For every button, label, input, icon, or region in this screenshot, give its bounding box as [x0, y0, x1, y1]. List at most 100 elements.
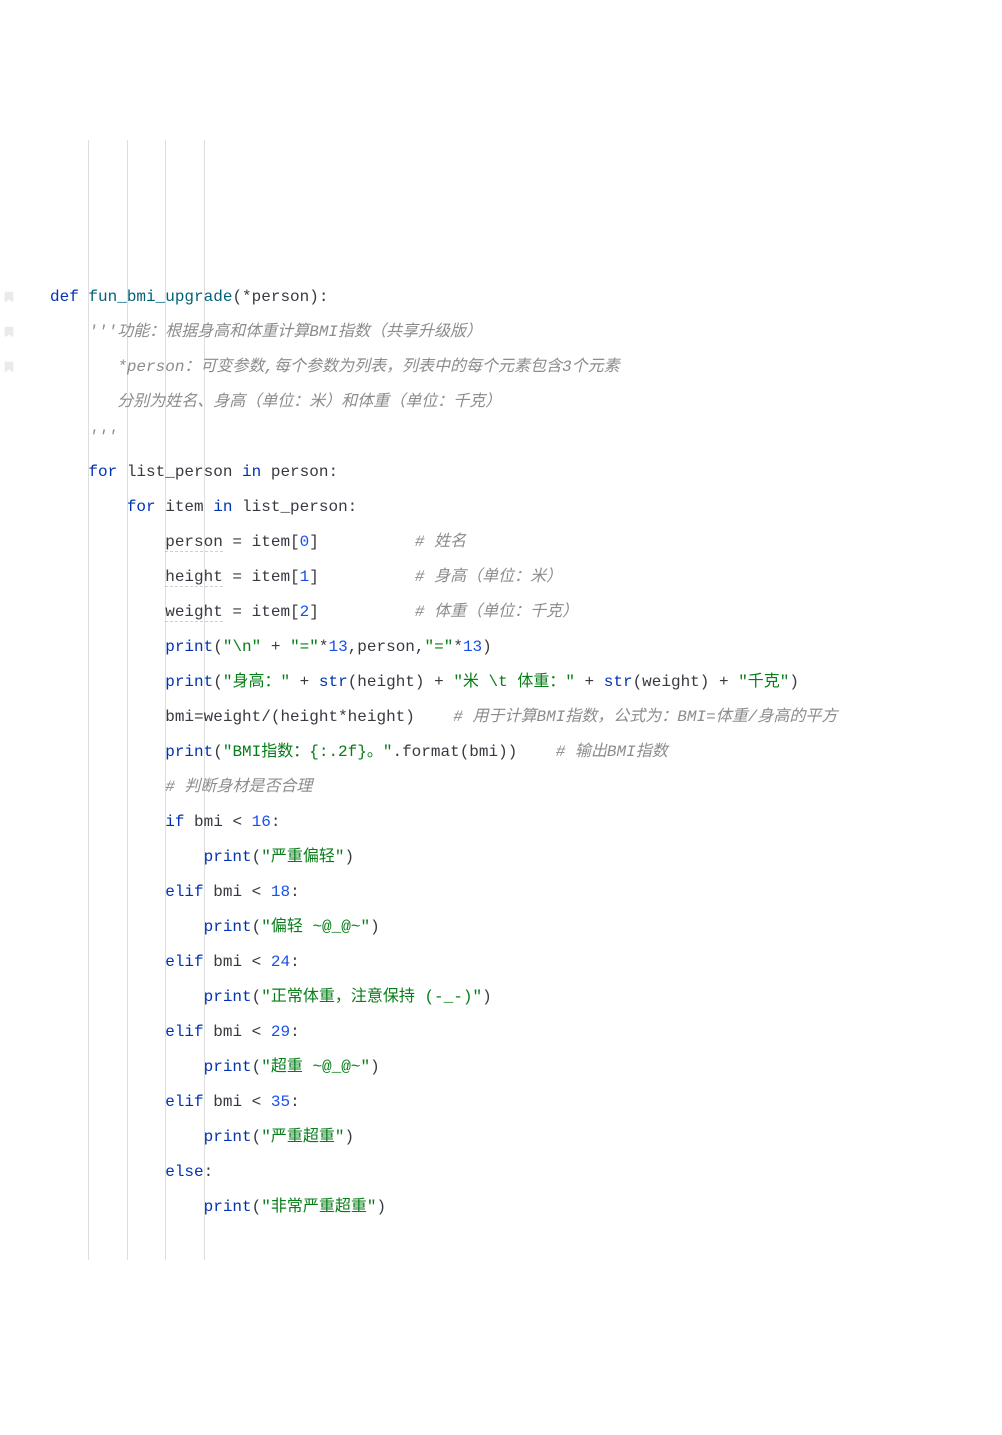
token-op: (	[348, 673, 358, 691]
code-line[interactable]: *person：可变参数,每个参数为列表，列表中的每个元素包含3个元素	[50, 350, 1002, 385]
token-op: =	[223, 533, 252, 551]
token-op: (	[213, 638, 223, 656]
code-line[interactable]: person = item[0] # 姓名	[50, 525, 1002, 560]
token-op: ]	[309, 533, 415, 551]
bookmark-icon[interactable]	[2, 360, 16, 374]
code-line[interactable]: elif bmi < 18:	[50, 875, 1002, 910]
token-fn: fun_bmi_upgrade	[88, 288, 232, 306]
token-builtin: str	[604, 673, 633, 691]
code-line[interactable]: print("正常体重，注意保持 (-_-)")	[50, 980, 1002, 1015]
bookmark-icon[interactable]	[2, 290, 16, 304]
token-num: 0	[300, 533, 310, 551]
token-str: "偏轻 ~@_@~"	[261, 918, 370, 936]
token-param: person	[252, 288, 310, 306]
token-op: ,	[348, 638, 358, 656]
token-op: ):	[309, 288, 328, 306]
token-num: 13	[328, 638, 347, 656]
token-comment: # 姓名	[415, 533, 466, 551]
token-ident: bmi	[165, 708, 194, 726]
token-op: <	[223, 813, 252, 831]
token-str: "超重 ~@_@~"	[261, 1058, 370, 1076]
code-editor[interactable]: def fun_bmi_upgrade(*person): '''功能：根据身高…	[20, 140, 1002, 1260]
token-builtin: print	[204, 1128, 252, 1146]
code-line[interactable]: print("严重超重")	[50, 1120, 1002, 1155]
token-kw: elif	[165, 953, 213, 971]
token-op: +	[290, 673, 319, 691]
token-kw: for	[88, 463, 126, 481]
code-line[interactable]: print("偏轻 ~@_@~")	[50, 910, 1002, 945]
token-op: <	[242, 1093, 271, 1111]
token-num: 18	[271, 883, 290, 901]
token-ident: height	[165, 568, 223, 587]
code-line[interactable]: elif bmi < 24:	[50, 945, 1002, 980]
token-ident: item	[165, 498, 213, 516]
token-ident: height	[280, 708, 338, 726]
code-line[interactable]: print("非常严重超重")	[50, 1190, 1002, 1225]
token-op: (	[213, 673, 223, 691]
token-op: =	[223, 603, 252, 621]
token-op: <	[242, 1023, 271, 1041]
code-line[interactable]: print("身高：" + str(height) + "米 \t 体重：" +…	[50, 665, 1002, 700]
code-line[interactable]: height = item[1] # 身高（单位：米）	[50, 560, 1002, 595]
code-line[interactable]: print("严重偏轻")	[50, 840, 1002, 875]
token-op: :	[290, 953, 300, 971]
token-num: 16	[252, 813, 271, 831]
token-op: (	[252, 988, 262, 1006]
code-line[interactable]: 分别为姓名、身高（单位：米）和体重（单位：千克）	[50, 385, 1002, 420]
token-op: )	[344, 848, 354, 866]
token-str: "非常严重超重"	[261, 1198, 376, 1216]
token-op: )	[376, 1198, 386, 1216]
token-op: *	[338, 708, 348, 726]
code-line[interactable]: if bmi < 16:	[50, 805, 1002, 840]
code-line[interactable]: bmi=weight/(height*height) # 用于计算BMI指数，公…	[50, 700, 1002, 735]
code-line[interactable]: print("BMI指数：{:.2f}。".format(bmi)) # 输出B…	[50, 735, 1002, 770]
token-op: ))	[498, 743, 556, 761]
token-comment: # 体重（单位：千克）	[415, 603, 578, 621]
token-num: 35	[271, 1093, 290, 1111]
token-builtin: str	[319, 673, 348, 691]
code-line[interactable]: print("超重 ~@_@~")	[50, 1050, 1002, 1085]
token-op: (	[252, 1128, 262, 1146]
code-line[interactable]: '''功能：根据身高和体重计算BMI指数（共享升级版）	[50, 315, 1002, 350]
token-str: "严重偏轻"	[261, 848, 344, 866]
token-op: :	[328, 463, 338, 481]
token-str: "严重超重"	[261, 1128, 344, 1146]
token-op: (	[460, 743, 470, 761]
token-builtin: print	[204, 1058, 252, 1076]
bookmark-icon[interactable]	[2, 325, 16, 339]
token-op: )	[482, 988, 492, 1006]
token-builtin: print	[204, 988, 252, 1006]
token-op: (	[252, 1058, 262, 1076]
code-lines[interactable]: def fun_bmi_upgrade(*person): '''功能：根据身高…	[50, 280, 1002, 1225]
code-line[interactable]: for list_person in person:	[50, 455, 1002, 490]
token-op: (*	[232, 288, 251, 306]
token-ident: bmi	[469, 743, 498, 761]
token-kw: if	[165, 813, 194, 831]
token-ident: weight	[204, 708, 262, 726]
token-op: ) +	[700, 673, 738, 691]
token-op: (	[252, 1198, 262, 1216]
code-line[interactable]: # 判断身材是否合理	[50, 770, 1002, 805]
code-line[interactable]: else:	[50, 1155, 1002, 1190]
code-line[interactable]: print("\n" + "="*13,person,"="*13)	[50, 630, 1002, 665]
code-line[interactable]: elif bmi < 35:	[50, 1085, 1002, 1120]
code-line[interactable]: for item in list_person:	[50, 490, 1002, 525]
code-line[interactable]: '''	[50, 420, 1002, 455]
token-op: =	[194, 708, 204, 726]
code-line[interactable]: def fun_bmi_upgrade(*person):	[50, 280, 1002, 315]
gutter	[20, 140, 40, 1260]
token-ident: person	[357, 638, 415, 656]
token-op: )	[370, 918, 380, 936]
token-ident: item	[252, 603, 290, 621]
token-str: "身高："	[223, 673, 290, 691]
code-line[interactable]: elif bmi < 29:	[50, 1015, 1002, 1050]
token-ident: bmi	[213, 1023, 242, 1041]
token-ident: bmi	[213, 1093, 242, 1111]
token-op: :	[271, 813, 281, 831]
token-op: )	[370, 1058, 380, 1076]
token-op: +	[575, 673, 604, 691]
token-ident: bmi	[213, 953, 242, 971]
token-builtin: print	[204, 848, 252, 866]
code-line[interactable]: weight = item[2] # 体重（单位：千克）	[50, 595, 1002, 630]
token-op: =	[223, 568, 252, 586]
